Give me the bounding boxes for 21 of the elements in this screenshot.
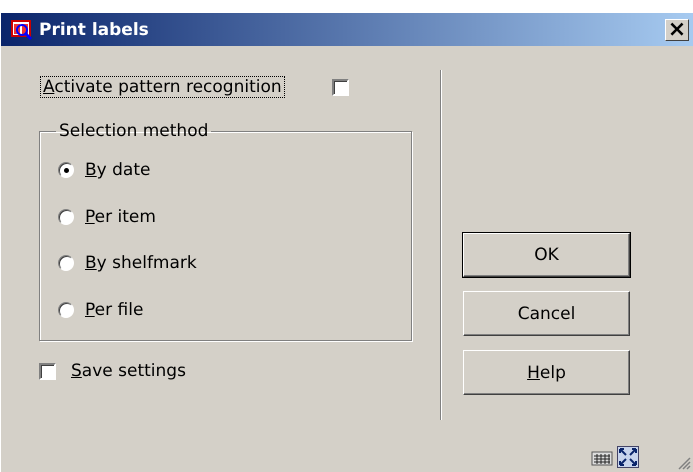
dialog-button[interactable]: Cancel bbox=[463, 291, 630, 336]
close-button[interactable]: × bbox=[665, 18, 689, 40]
radio-label: By date bbox=[85, 160, 150, 180]
pattern-recognition-label: Activate pattern recognition bbox=[41, 77, 284, 97]
dialog-button[interactable]: Help bbox=[463, 350, 630, 395]
radio-button[interactable] bbox=[58, 162, 74, 178]
radio-button[interactable] bbox=[58, 208, 74, 225]
expand-icon[interactable] bbox=[617, 446, 639, 468]
resize-grip-icon[interactable] bbox=[677, 456, 691, 470]
group-title: Selection method bbox=[58, 121, 210, 141]
radio-label: Per item bbox=[85, 206, 156, 227]
window-title: Print labels bbox=[39, 20, 150, 40]
save-settings-checkbox[interactable] bbox=[39, 362, 56, 380]
radio-label: By shelfmark bbox=[85, 253, 197, 274]
dialog-button[interactable]: OK bbox=[463, 233, 630, 277]
radio-button[interactable] bbox=[58, 302, 74, 318]
pattern-recognition-checkbox[interactable] bbox=[332, 78, 349, 96]
app-icon bbox=[11, 18, 33, 40]
save-settings-label: Save settings bbox=[71, 361, 186, 381]
radio-label: Per file bbox=[85, 300, 144, 320]
radio-button[interactable] bbox=[58, 255, 74, 272]
